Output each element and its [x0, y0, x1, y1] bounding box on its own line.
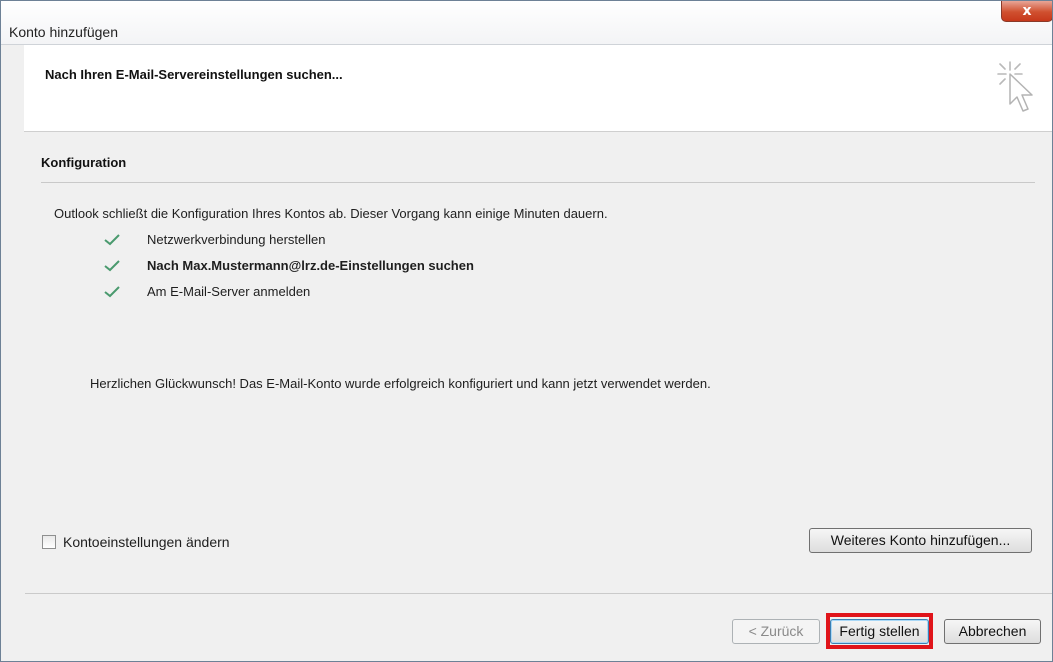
- intro-text: Outlook schließt die Konfiguration Ihres…: [54, 206, 608, 221]
- step-label: Nach Max.Mustermann@lrz.de-Einstellungen…: [147, 258, 474, 273]
- header-panel: Nach Ihren E-Mail-Servereinstellungen su…: [24, 45, 1052, 132]
- checkmark-icon: [104, 260, 120, 272]
- checkmark-icon: [104, 234, 120, 246]
- title-bar: Konto hinzufügen x: [1, 1, 1052, 45]
- cursor-click-icon: [997, 61, 1033, 112]
- section-heading: Konfiguration: [41, 155, 127, 170]
- finish-button[interactable]: Fertig stellen: [830, 619, 929, 644]
- add-account-dialog: Konto hinzufügen x Nach Ihren E-Mail-Ser…: [0, 0, 1053, 662]
- back-button[interactable]: < Zurück: [732, 619, 820, 644]
- step-label: Netzwerkverbindung herstellen: [147, 232, 326, 247]
- change-settings-label[interactable]: Kontoeinstellungen ändern: [63, 534, 230, 550]
- change-settings-checkbox[interactable]: [42, 535, 56, 549]
- success-message: Herzlichen Glückwunsch! Das E-Mail-Konto…: [90, 376, 711, 391]
- footer-divider: [25, 593, 1052, 594]
- close-button[interactable]: x: [1001, 1, 1052, 22]
- close-icon: x: [1022, 3, 1032, 19]
- add-another-account-button[interactable]: Weiteres Konto hinzufügen...: [809, 528, 1032, 553]
- checkmark-icon: [104, 286, 120, 298]
- step-label: Am E-Mail-Server anmelden: [147, 284, 311, 299]
- header-title: Nach Ihren E-Mail-Servereinstellungen su…: [45, 67, 343, 82]
- section-divider: [41, 182, 1035, 183]
- window-title: Konto hinzufügen: [9, 24, 118, 40]
- cancel-button[interactable]: Abbrechen: [944, 619, 1041, 644]
